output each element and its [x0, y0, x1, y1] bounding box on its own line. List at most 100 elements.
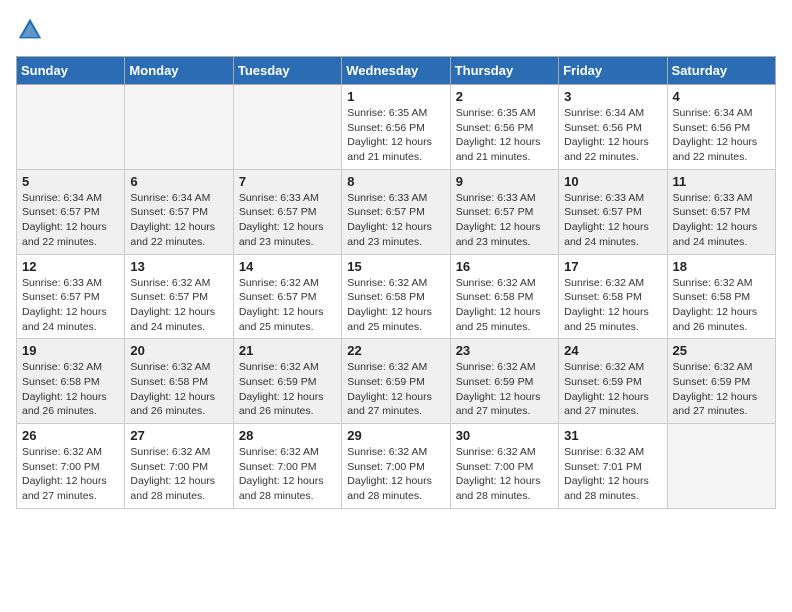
calendar-cell: 15Sunrise: 6:32 AM Sunset: 6:58 PM Dayli… — [342, 254, 450, 339]
day-number: 22 — [347, 343, 444, 358]
day-info: Sunrise: 6:32 AM Sunset: 6:58 PM Dayligh… — [564, 276, 661, 335]
day-number: 21 — [239, 343, 336, 358]
page-header — [16, 16, 776, 44]
day-number: 12 — [22, 259, 119, 274]
day-info: Sunrise: 6:32 AM Sunset: 7:00 PM Dayligh… — [239, 445, 336, 504]
day-info: Sunrise: 6:33 AM Sunset: 6:57 PM Dayligh… — [456, 191, 553, 250]
weekday-header-friday: Friday — [559, 57, 667, 85]
calendar-cell: 5 Sunrise: 6:34 AM Sunset: 6:57 PM Daylig… — [17, 169, 125, 254]
calendar-week-row: 1 Sunrise: 6:35 AM Sunset: 6:56 PM Daylig… — [17, 85, 776, 170]
day-number: 25 — [673, 343, 770, 358]
day-number: 30 — [456, 428, 553, 443]
day-info: Sunrise: 6:32 AM Sunset: 6:58 PM Dayligh… — [130, 360, 227, 419]
calendar-cell: 7 Sunrise: 6:33 AM Sunset: 6:57 PM Daylig… — [233, 169, 341, 254]
day-info: Sunrise: 6:32 AM Sunset: 7:00 PM Dayligh… — [130, 445, 227, 504]
logo-icon — [16, 16, 44, 44]
day-number: 5 — [22, 174, 119, 189]
day-number: 1 — [347, 89, 444, 104]
day-info: Sunrise: 6:34 AM Sunset: 6:57 PM Dayligh… — [130, 191, 227, 250]
day-number: 27 — [130, 428, 227, 443]
day-info: Sunrise: 6:32 AM Sunset: 7:00 PM Dayligh… — [456, 445, 553, 504]
calendar-week-row: 26 Sunrise: 6:32 AM Sunset: 7:00 PM Dayli… — [17, 424, 776, 509]
day-number: 18 — [673, 259, 770, 274]
calendar-cell: 1 Sunrise: 6:35 AM Sunset: 6:56 PM Daylig… — [342, 85, 450, 170]
logo — [16, 16, 48, 44]
day-number: 10 — [564, 174, 661, 189]
calendar-cell: 13 Sunrise: 6:32 AM Sunset: 6:57 PM Dayli… — [125, 254, 233, 339]
day-info: Sunrise: 6:34 AM Sunset: 6:57 PM Dayligh… — [22, 191, 119, 250]
calendar-cell: 10 Sunrise: 6:33 AM Sunset: 6:57 PM Dayli… — [559, 169, 667, 254]
calendar-week-row: 12 Sunrise: 6:33 AM Sunset: 6:57 PM Dayli… — [17, 254, 776, 339]
day-info: Sunrise: 6:33 AM Sunset: 6:57 PM Dayligh… — [347, 191, 444, 250]
day-info: Sunrise: 6:33 AM Sunset: 6:57 PM Dayligh… — [564, 191, 661, 250]
weekday-header-monday: Monday — [125, 57, 233, 85]
calendar-cell: 29 Sunrise: 6:32 AM Sunset: 7:00 PM Dayli… — [342, 424, 450, 509]
calendar-cell: 11 Sunrise: 6:33 AM Sunset: 6:57 PM Dayli… — [667, 169, 775, 254]
calendar-cell: 31Sunrise: 6:32 AM Sunset: 7:01 PM Dayli… — [559, 424, 667, 509]
calendar-cell: 22 Sunrise: 6:32 AM Sunset: 6:59 PM Dayli… — [342, 339, 450, 424]
calendar-cell: 2 Sunrise: 6:35 AM Sunset: 6:56 PM Daylig… — [450, 85, 558, 170]
calendar-cell — [233, 85, 341, 170]
day-info: Sunrise: 6:33 AM Sunset: 6:57 PM Dayligh… — [22, 276, 119, 335]
calendar-header-row: SundayMondayTuesdayWednesdayThursdayFrid… — [17, 57, 776, 85]
day-number: 16 — [456, 259, 553, 274]
day-number: 11 — [673, 174, 770, 189]
calendar-cell: 17 Sunrise: 6:32 AM Sunset: 6:58 PM Dayli… — [559, 254, 667, 339]
calendar-cell: 8Sunrise: 6:33 AM Sunset: 6:57 PM Daylig… — [342, 169, 450, 254]
day-info: Sunrise: 6:33 AM Sunset: 6:57 PM Dayligh… — [673, 191, 770, 250]
weekday-header-wednesday: Wednesday — [342, 57, 450, 85]
calendar-cell: 24Sunrise: 6:32 AM Sunset: 6:59 PM Dayli… — [559, 339, 667, 424]
day-number: 3 — [564, 89, 661, 104]
calendar-cell — [125, 85, 233, 170]
day-number: 20 — [130, 343, 227, 358]
calendar-cell: 6 Sunrise: 6:34 AM Sunset: 6:57 PM Daylig… — [125, 169, 233, 254]
day-info: Sunrise: 6:32 AM Sunset: 6:59 PM Dayligh… — [239, 360, 336, 419]
day-number: 7 — [239, 174, 336, 189]
day-number: 17 — [564, 259, 661, 274]
day-number: 6 — [130, 174, 227, 189]
calendar-week-row: 19 Sunrise: 6:32 AM Sunset: 6:58 PM Dayli… — [17, 339, 776, 424]
day-info: Sunrise: 6:32 AM Sunset: 7:00 PM Dayligh… — [22, 445, 119, 504]
calendar-cell: 18 Sunrise: 6:32 AM Sunset: 6:58 PM Dayli… — [667, 254, 775, 339]
day-info: Sunrise: 6:35 AM Sunset: 6:56 PM Dayligh… — [456, 106, 553, 165]
day-number: 13 — [130, 259, 227, 274]
day-number: 2 — [456, 89, 553, 104]
calendar-cell: 20 Sunrise: 6:32 AM Sunset: 6:58 PM Dayli… — [125, 339, 233, 424]
calendar-cell: 16 Sunrise: 6:32 AM Sunset: 6:58 PM Dayli… — [450, 254, 558, 339]
day-info: Sunrise: 6:32 AM Sunset: 6:59 PM Dayligh… — [456, 360, 553, 419]
day-number: 4 — [673, 89, 770, 104]
calendar-cell: 9Sunrise: 6:33 AM Sunset: 6:57 PM Daylig… — [450, 169, 558, 254]
day-number: 26 — [22, 428, 119, 443]
calendar-cell — [667, 424, 775, 509]
calendar-cell: 25 Sunrise: 6:32 AM Sunset: 6:59 PM Dayli… — [667, 339, 775, 424]
day-number: 19 — [22, 343, 119, 358]
day-info: Sunrise: 6:34 AM Sunset: 6:56 PM Dayligh… — [673, 106, 770, 165]
calendar-cell: 23 Sunrise: 6:32 AM Sunset: 6:59 PM Dayli… — [450, 339, 558, 424]
calendar-cell: 4 Sunrise: 6:34 AM Sunset: 6:56 PM Daylig… — [667, 85, 775, 170]
calendar-week-row: 5 Sunrise: 6:34 AM Sunset: 6:57 PM Daylig… — [17, 169, 776, 254]
day-number: 23 — [456, 343, 553, 358]
day-info: Sunrise: 6:32 AM Sunset: 7:00 PM Dayligh… — [347, 445, 444, 504]
calendar-cell: 28Sunrise: 6:32 AM Sunset: 7:00 PM Dayli… — [233, 424, 341, 509]
calendar-cell: 21 Sunrise: 6:32 AM Sunset: 6:59 PM Dayli… — [233, 339, 341, 424]
day-info: Sunrise: 6:32 AM Sunset: 6:57 PM Dayligh… — [130, 276, 227, 335]
day-info: Sunrise: 6:32 AM Sunset: 7:01 PM Dayligh… — [564, 445, 661, 504]
day-info: Sunrise: 6:32 AM Sunset: 6:57 PM Dayligh… — [239, 276, 336, 335]
day-info: Sunrise: 6:33 AM Sunset: 6:57 PM Dayligh… — [239, 191, 336, 250]
calendar-cell: 30 Sunrise: 6:32 AM Sunset: 7:00 PM Dayli… — [450, 424, 558, 509]
day-number: 24 — [564, 343, 661, 358]
day-info: Sunrise: 6:34 AM Sunset: 6:56 PM Dayligh… — [564, 106, 661, 165]
calendar-table: SundayMondayTuesdayWednesdayThursdayFrid… — [16, 56, 776, 509]
day-info: Sunrise: 6:32 AM Sunset: 6:59 PM Dayligh… — [673, 360, 770, 419]
calendar-cell: 3 Sunrise: 6:34 AM Sunset: 6:56 PM Daylig… — [559, 85, 667, 170]
weekday-header-thursday: Thursday — [450, 57, 558, 85]
day-info: Sunrise: 6:35 AM Sunset: 6:56 PM Dayligh… — [347, 106, 444, 165]
day-info: Sunrise: 6:32 AM Sunset: 6:58 PM Dayligh… — [673, 276, 770, 335]
calendar-cell: 12 Sunrise: 6:33 AM Sunset: 6:57 PM Dayli… — [17, 254, 125, 339]
day-info: Sunrise: 6:32 AM Sunset: 6:58 PM Dayligh… — [456, 276, 553, 335]
day-info: Sunrise: 6:32 AM Sunset: 6:59 PM Dayligh… — [347, 360, 444, 419]
weekday-header-tuesday: Tuesday — [233, 57, 341, 85]
calendar-cell — [17, 85, 125, 170]
day-number: 29 — [347, 428, 444, 443]
calendar-cell: 14Sunrise: 6:32 AM Sunset: 6:57 PM Dayli… — [233, 254, 341, 339]
